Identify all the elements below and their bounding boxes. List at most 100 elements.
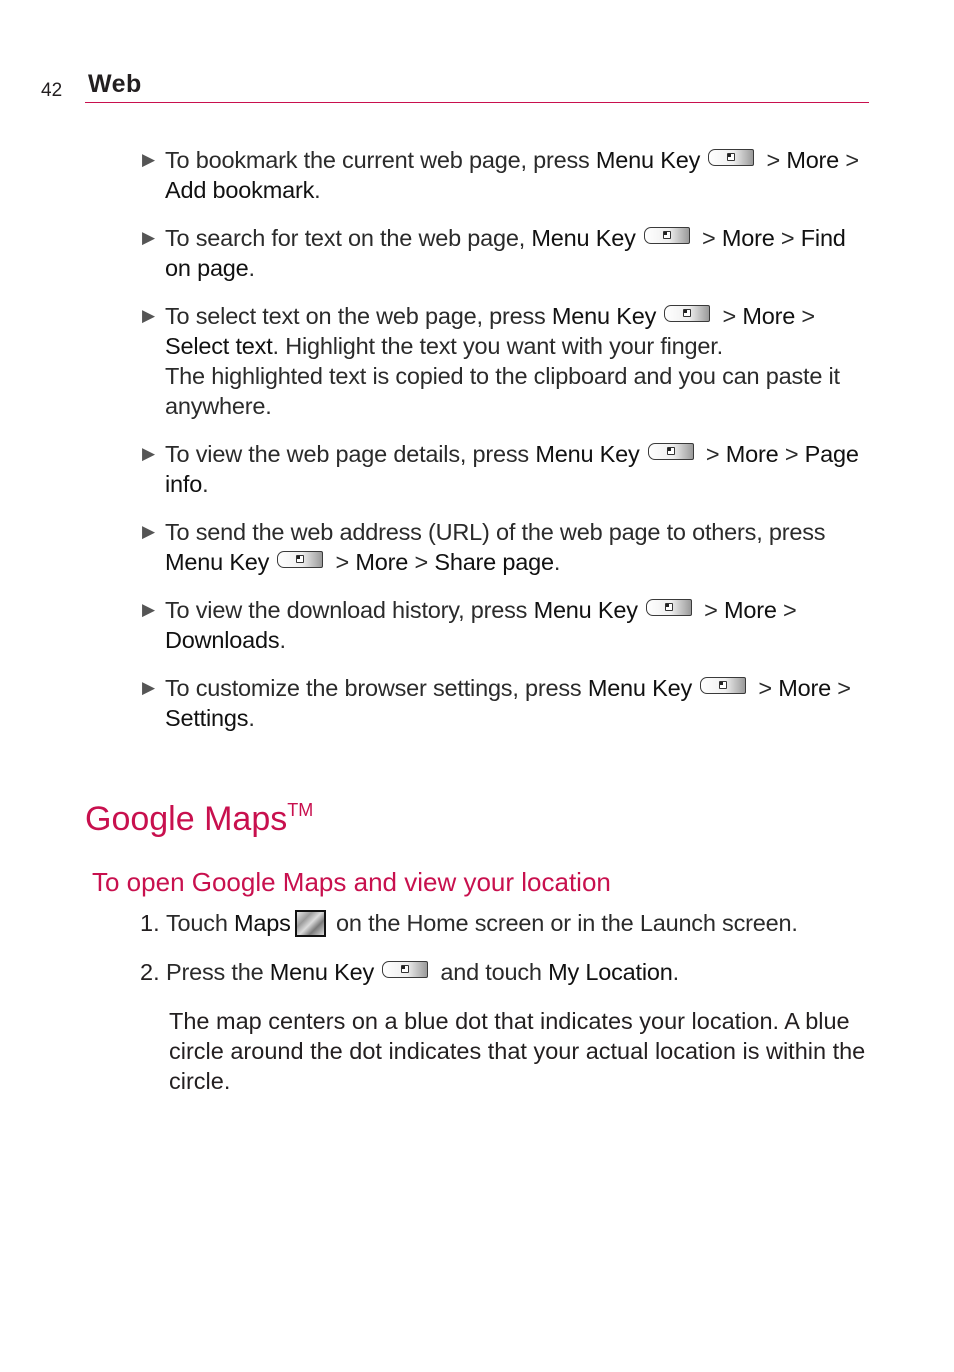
menu-key-icon (643, 227, 690, 244)
text-run: . (279, 627, 286, 653)
ui-term: Menu Key (595, 147, 701, 173)
ui-term: More (725, 441, 779, 467)
bullet-arrow-icon: ▶ (142, 306, 156, 325)
bullet-item: ▶ To customize the browser settings, pres… (140, 673, 870, 733)
text-run: To view the web page details, press (165, 441, 536, 467)
ui-term: Menu Key (533, 597, 638, 623)
maps-app-icon (294, 910, 326, 937)
text-run: > (830, 675, 851, 701)
menu-key-glyph (719, 681, 728, 689)
web-bullet-list: ▶ To bookmark the current web page, press… (140, 145, 870, 751)
ui-term: More (355, 549, 409, 575)
text-run: on the Home screen or in the Launch scre… (329, 910, 798, 936)
ui-term: Menu Key (531, 225, 636, 251)
menu-key-icon (645, 599, 692, 616)
bullet-arrow-icon: ▶ (142, 150, 156, 169)
ui-term: More (786, 147, 840, 173)
menu-key-glyph (401, 965, 410, 973)
trademark-mark: TM (287, 800, 314, 820)
bullet-arrow-icon: ▶ (142, 522, 156, 541)
text-run: > (697, 597, 724, 623)
menu-key-glyph (727, 153, 736, 161)
menu-key-icon (647, 443, 694, 460)
header-rule (85, 102, 869, 103)
menu-key-icon (664, 305, 711, 322)
google-maps-steps: 1. Touch Maps on the Home screen or in th… (140, 908, 875, 1096)
text-run: > (774, 225, 801, 251)
text-run: > (760, 147, 787, 173)
bullet-item: ▶ To view the download history, press Men… (140, 595, 870, 655)
menu-key-glyph (664, 603, 673, 611)
ui-term: Menu Key (535, 441, 640, 467)
ui-term: Downloads (165, 627, 280, 653)
ui-term: Menu Key (587, 675, 693, 701)
ui-term: More (742, 303, 796, 329)
google-maps-subtitle: To open Google Maps and view your locati… (92, 867, 611, 897)
menu-key-icon (382, 961, 429, 978)
text-run: > (839, 147, 859, 173)
text-run: . (248, 705, 255, 731)
ui-term: More (721, 225, 775, 251)
text-run: > (408, 549, 435, 575)
text-run: To bookmark the current web page, press (165, 147, 596, 173)
text-run: > (329, 549, 356, 575)
menu-key-glyph (683, 309, 692, 317)
bullet-arrow-icon: ▶ (142, 444, 156, 463)
bullet-arrow-icon: ▶ (142, 600, 156, 619)
text-run: > (795, 303, 815, 329)
ui-term: Settings (165, 705, 249, 731)
text-run: . (202, 471, 209, 497)
text-run: . (553, 549, 561, 575)
section-label: Web (88, 70, 142, 98)
google-maps-title: Google MapsTM (85, 800, 313, 839)
text-run: > (776, 597, 797, 623)
menu-key-icon (277, 551, 324, 568)
bullet-arrow-icon: ▶ (142, 678, 156, 697)
ui-term: More (778, 675, 831, 701)
ui-term: Select text (165, 333, 273, 359)
menu-key-icon (700, 677, 747, 694)
ui-term: Menu Key (165, 549, 270, 575)
text-run: > (716, 303, 743, 329)
ui-term: Menu Key (551, 303, 657, 329)
menu-key-icon (708, 149, 755, 166)
bullet-arrow-icon: ▶ (142, 228, 156, 247)
text-run: To view the download history, press (165, 597, 534, 623)
bullet-item: ▶ To view the web page details, press Men… (140, 439, 870, 499)
step-number: 2. (140, 959, 160, 985)
text-run: . Highlight the text you want with your … (272, 333, 724, 359)
ui-term: Share page (434, 549, 554, 575)
page-number: 42 (41, 80, 63, 101)
step-item: 2. Press the Menu Key and touch My Locati… (140, 957, 875, 987)
menu-key-glyph (662, 231, 671, 239)
text-run: To send the web address (URL) of the web… (165, 519, 826, 545)
text-run: Press the (166, 959, 270, 985)
text-run: . (248, 255, 256, 281)
step-number: 1. (140, 910, 160, 936)
text-run: and touch (434, 959, 549, 985)
ui-term: Maps (234, 910, 291, 936)
text-run: The highlighted text is copied to the cl… (165, 363, 840, 419)
text-run: > (752, 675, 779, 701)
text-run: > (778, 441, 805, 467)
text-run: To search for text on the web page, (165, 225, 532, 251)
text-run: . (672, 959, 680, 985)
step-item: 1. Touch Maps on the Home screen or in th… (140, 908, 875, 938)
text-run: To customize the browser settings, press (165, 675, 588, 701)
google-maps-title-text: Google Maps (85, 800, 288, 838)
step-note: The map centers on a blue dot that indic… (169, 1008, 866, 1094)
ui-term: Menu Key (269, 959, 375, 985)
menu-key-glyph (296, 555, 305, 563)
text-run: To select text on the web page, press (165, 303, 552, 329)
menu-key-glyph (666, 447, 675, 455)
text-run: > (699, 441, 726, 467)
text-run: Touch (166, 910, 235, 936)
bullet-item: ▶ To send the web address (URL) of the we… (140, 517, 870, 577)
ui-term: More (723, 597, 777, 623)
text-run: . (314, 177, 321, 203)
ui-term: Add bookmark (165, 177, 315, 203)
bullet-item: ▶ To select text on the web page, press M… (140, 301, 870, 421)
ui-term: My Location (548, 959, 673, 985)
bullet-item: ▶ To search for text on the web page, Men… (140, 223, 870, 283)
text-run: > (695, 225, 722, 251)
